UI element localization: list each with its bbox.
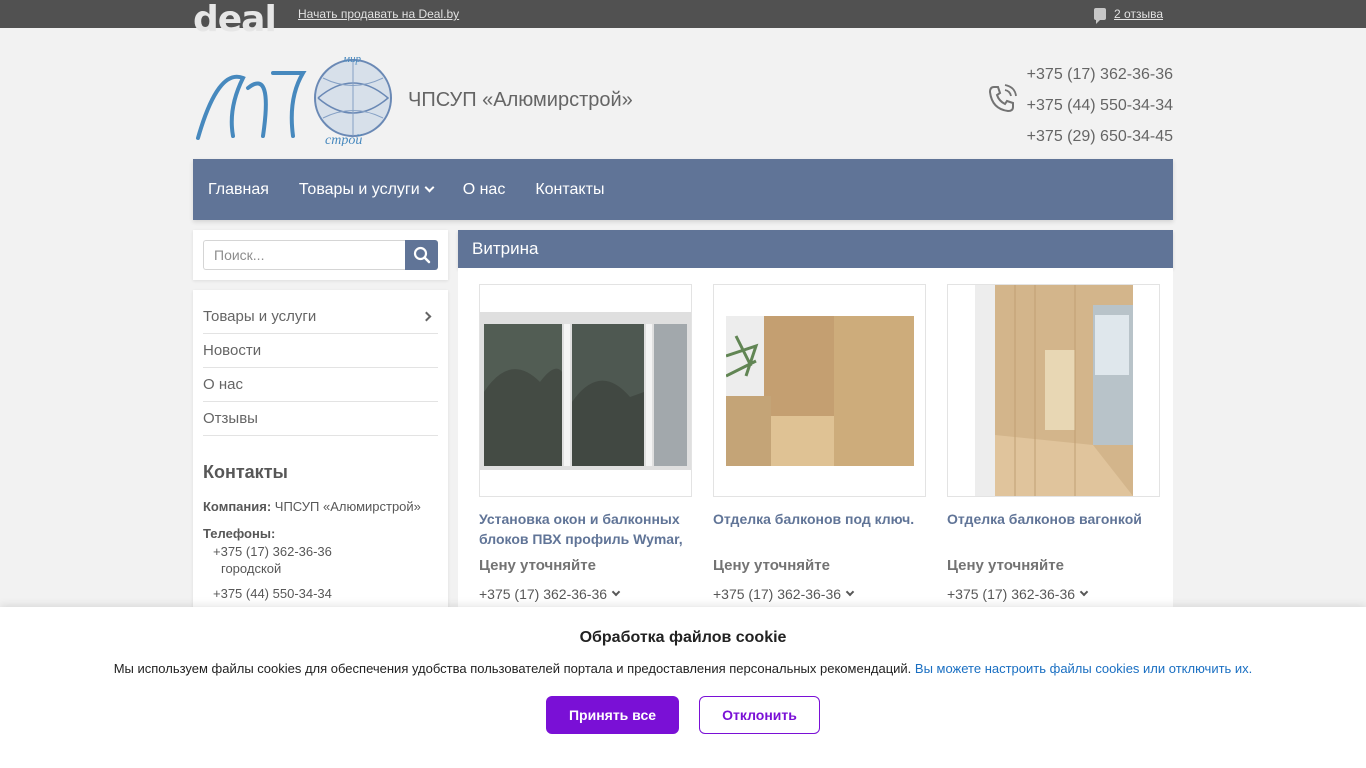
sidebar-item-label: Товары и услуги — [203, 308, 317, 325]
cookie-title: Обработка файлов cookie — [579, 629, 787, 646]
cookie-buttons: Принять все Отклонить — [0, 696, 1366, 734]
contact-phones-label: Телефоны: — [203, 526, 438, 541]
sidebar-item-label: О нас — [203, 376, 243, 393]
product-phone-number: +375 (17) 362-36-36 — [947, 586, 1076, 602]
chevron-down-icon — [1079, 587, 1089, 597]
chevron-right-icon — [421, 311, 432, 322]
nav-products-label: Товары и услуги — [298, 180, 420, 198]
contact-phone-1-note: городской — [221, 561, 282, 576]
product-phone-number: +375 (17) 362-36-36 — [713, 586, 842, 602]
sidebar-item-label: Новости — [203, 342, 262, 359]
reviews-link-label: 2 отзыва — [1114, 7, 1163, 21]
logo-text-bottom: строй — [325, 133, 362, 146]
nav-home[interactable]: Главная — [208, 181, 269, 199]
nav-products[interactable]: Товары и услуги — [298, 180, 435, 199]
main-content: Витрина Установка окон и балконных блоко… — [458, 230, 1173, 668]
top-bar: deal Начать продавать на Deal.by 2 отзыв… — [0, 0, 1366, 40]
product-image[interactable] — [947, 284, 1160, 497]
company-title: ЧПСУП «Алюмирстрой» — [408, 89, 633, 111]
product-title[interactable]: Отделка балконов вагонкой — [947, 509, 1160, 549]
sidebar-item-reviews[interactable]: Отзывы — [203, 402, 438, 436]
logo-text-top: мир — [342, 53, 362, 65]
decline-cookies-button[interactable]: Отклонить — [699, 696, 820, 734]
header-phone-1[interactable]: +375 (17) 362-36-36 — [1027, 59, 1173, 90]
product-title[interactable]: Отделка балконов под ключ. — [713, 509, 926, 549]
start-selling-link[interactable]: Начать продавать на Deal.by — [298, 7, 459, 21]
company-logo[interactable]: мир строй — [193, 48, 393, 146]
contact-company: Компания: ЧПСУП «Алюмирстрой» — [203, 499, 438, 514]
phone-icon — [988, 84, 1017, 113]
product-price: Цену уточняйте — [479, 557, 596, 574]
product-title[interactable]: Установка окон и балконных блоков ПВХ пр… — [479, 509, 692, 549]
contact-company-label: Компания: — [203, 499, 272, 514]
product-price: Цену уточняйте — [947, 557, 1064, 574]
sidebar-item-news[interactable]: Новости — [203, 334, 438, 368]
cookie-text: Мы используем файлы cookies для обеспече… — [0, 661, 1366, 676]
balcony-photo — [725, 315, 914, 466]
product-phone-number: +375 (17) 362-36-36 — [479, 586, 608, 602]
search-icon — [413, 246, 430, 264]
site-header: мир строй ЧПСУП «Алюмирстрой» +375 (17) … — [193, 28, 1173, 159]
deal-logo[interactable]: deal — [193, 0, 277, 40]
search-button[interactable] — [405, 240, 438, 270]
header-phone-2[interactable]: +375 (44) 550-34-34 — [1027, 90, 1173, 121]
contact-phones-label-text: Телефоны: — [203, 526, 276, 541]
sidebar-item-label: Отзывы — [203, 410, 258, 427]
chevron-down-icon — [611, 587, 621, 597]
chevron-down-icon — [845, 587, 855, 597]
product-phone[interactable]: +375 (17) 362-36-36 — [947, 586, 1160, 602]
cookie-settings-link[interactable]: Вы можете настроить файлы cookies или от… — [915, 661, 1252, 676]
cookie-text-body: Мы используем файлы cookies для обеспече… — [113, 661, 912, 676]
contact-company-value: ЧПСУП «Алюмирстрой» — [274, 499, 421, 514]
product-price: Цену уточняйте — [713, 557, 830, 574]
accept-cookies-button[interactable]: Принять все — [546, 696, 679, 734]
chevron-down-icon — [424, 182, 435, 193]
product-phone[interactable]: +375 (17) 362-36-36 — [713, 586, 926, 602]
product-image[interactable] — [713, 284, 926, 497]
product-card: Отделка балконов под ключ. Цену уточняйт… — [713, 284, 926, 652]
header-phones: +375 (17) 362-36-36 +375 (44) 550-34-34 … — [1027, 59, 1173, 152]
nav-contacts[interactable]: Контакты — [535, 181, 604, 199]
product-phone[interactable]: +375 (17) 362-36-36 — [479, 586, 692, 602]
comment-icon — [1094, 8, 1107, 24]
search-input[interactable] — [203, 240, 405, 270]
sidebar-item-products[interactable]: Товары и услуги — [203, 300, 438, 334]
product-card: Установка окон и балконных блоков ПВХ пр… — [479, 284, 692, 652]
reviews-link[interactable]: 2 отзыва — [1094, 7, 1163, 24]
contact-phone-2[interactable]: +375 (44) 550-34-34 — [203, 585, 438, 602]
search-box — [193, 230, 448, 280]
product-card: Отделка балконов вагонкой Цену уточняйте… — [947, 284, 1160, 652]
cookie-banner: Обработка файлов cookie Мы используем фа… — [0, 607, 1366, 768]
section-title: Витрина — [458, 230, 1173, 268]
sidebar-item-about[interactable]: О нас — [203, 368, 438, 402]
contacts-title: Контакты — [203, 462, 288, 482]
nav-about[interactable]: О нас — [463, 181, 506, 199]
contact-phone-1[interactable]: +375 (17) 362-36-36 — [203, 543, 438, 560]
product-image[interactable] — [479, 284, 692, 497]
balcony-photo — [974, 285, 1133, 496]
header-phone-3[interactable]: +375 (29) 650-34-45 — [1027, 121, 1173, 152]
window-photo — [480, 311, 691, 470]
main-nav: Главная Товары и услуги О нас Контакты — [193, 159, 1173, 220]
